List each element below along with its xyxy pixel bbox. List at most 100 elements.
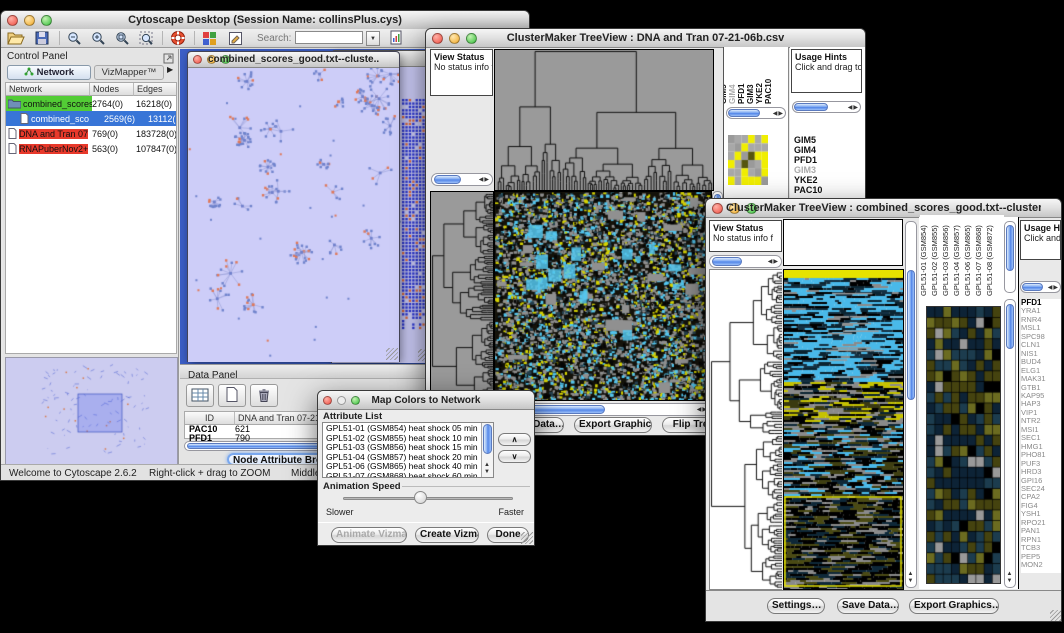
attribute-item[interactable]: GPL51-07 (GSM868) heat shock 60 min (323, 472, 480, 478)
column-dendrogram-area[interactable] (783, 219, 903, 266)
help-lifering-icon[interactable] (170, 30, 186, 51)
close-button[interactable] (193, 55, 202, 64)
mini-hscrollbar[interactable]: ◀▶ (726, 107, 786, 119)
zoom-fit-icon[interactable] (139, 31, 154, 51)
network-row-combined-sco-selected[interactable]: combined_sco 2569(6) 13112(15) (6, 111, 176, 126)
scroll-arrows[interactable]: ◀▶ (1048, 285, 1059, 292)
gene-label[interactable]: MON2 (1021, 561, 1062, 569)
hints-hscrollbar[interactable]: ◀▶ (1020, 281, 1061, 293)
scrollbar-thumb[interactable] (434, 175, 461, 184)
resize-grip[interactable] (386, 348, 398, 360)
treeview2-titlebar[interactable]: ClusterMaker TreeView : combined_scores_… (706, 199, 1061, 218)
zoom-heatmap-canvas[interactable] (728, 135, 768, 185)
scroll-arrows[interactable]: ▲▼ (1005, 571, 1015, 585)
tab-network[interactable]: Network (7, 65, 91, 80)
treeview1-titlebar[interactable]: ClusterMaker TreeView : DNA and Tran 07-… (426, 29, 865, 48)
settings-button[interactable]: Settings… (767, 598, 825, 614)
tab-overflow-arrow[interactable]: ▶ (167, 65, 173, 74)
close-button[interactable] (712, 203, 723, 214)
tab-vizmapper[interactable]: VizMapper™ (94, 65, 164, 80)
global-heatmap-canvas[interactable] (494, 191, 712, 401)
list-vscrollbar[interactable]: ▲▼ (481, 423, 493, 477)
hints-hscrollbar[interactable]: ◀▶ (792, 101, 861, 113)
speed-slider-thumb[interactable] (414, 491, 427, 504)
network-view-canvas-1[interactable] (188, 68, 399, 362)
view-status-text: No status info f (713, 233, 781, 243)
usage-hints-text: Click and drag to (795, 62, 861, 72)
scroll-arrows[interactable]: ◀▶ (848, 105, 859, 112)
resize-grip[interactable] (1050, 610, 1062, 622)
report-icon[interactable] (389, 30, 404, 50)
scrollbar-thumb[interactable] (1022, 283, 1043, 291)
column-label: GPL51-04 (GSM857) (952, 225, 961, 296)
network-row-dna-tran[interactable]: DNA and Tran 07 769(0) 183728(0) (6, 126, 176, 141)
close-button[interactable] (323, 396, 332, 405)
network-window-title: combined_scores_good.txt--cluste... (208, 54, 379, 65)
network-overview-panel[interactable] (5, 357, 178, 465)
attribute-list-label: Attribute List (323, 411, 382, 422)
column-header-nodes[interactable]: Nodes (90, 83, 134, 96)
row-dendrogram-canvas[interactable] (430, 191, 494, 401)
export-graphics-button[interactable]: Export Graphics… (574, 417, 652, 433)
row-label[interactable]: PFD1 (794, 155, 822, 165)
row-label[interactable]: PAC10 (794, 185, 822, 195)
zoom-selected-icon[interactable] (115, 31, 130, 51)
network-row-rnapuber[interactable]: RNAPuberNov2+ 563(0) 107847(0) (6, 141, 176, 156)
search-input[interactable] (295, 31, 363, 44)
scrollbar-thumb[interactable] (483, 424, 492, 454)
attribute-select-button[interactable] (186, 384, 214, 407)
column-header-network[interactable]: Network (6, 83, 90, 96)
move-up-button[interactable]: ∧ (498, 433, 531, 446)
row-label[interactable]: GIM4 (794, 145, 822, 155)
scrollbar-thumb[interactable] (1006, 225, 1014, 271)
scrollbar-thumb[interactable] (907, 270, 915, 400)
open-file-icon[interactable] (7, 31, 25, 50)
column-dendrogram-canvas[interactable] (494, 49, 714, 191)
zoom-heatmap-canvas[interactable] (926, 306, 1001, 584)
scrollbar-thumb[interactable] (794, 103, 828, 111)
dialog-titlebar[interactable]: Map Colors to Network (318, 391, 534, 410)
network-window-1-titlebar[interactable]: combined_scores_good.txt--cluste... (188, 52, 399, 68)
scrollbar-thumb[interactable] (728, 109, 760, 117)
delete-attribute-button[interactable] (250, 384, 278, 407)
column-header-edges[interactable]: Edges (134, 83, 176, 96)
scroll-arrows[interactable]: ◀▶ (479, 177, 490, 184)
search-dropdown-button[interactable]: ▼ (366, 31, 380, 46)
scroll-arrows[interactable]: ◀▶ (768, 259, 779, 266)
file-icon (8, 128, 17, 139)
scrollbar-thumb[interactable] (712, 257, 742, 266)
annotation-icon[interactable] (228, 31, 243, 51)
scroll-arrows[interactable]: ▲▼ (482, 462, 493, 476)
labels-vscrollbar[interactable] (1004, 221, 1016, 293)
network-row-combined-scores[interactable]: combined_scores 2764(0) 16218(0) (6, 96, 176, 111)
scroll-arrows[interactable]: ▲▼ (906, 571, 916, 585)
toolbar-separator (194, 31, 195, 45)
view-status-hscrollbar[interactable]: ◀▶ (709, 255, 782, 268)
global-heatmap-canvas[interactable] (783, 269, 904, 590)
save-data-button[interactable]: Save Data… (837, 598, 899, 614)
speed-slider-track[interactable] (343, 497, 513, 500)
zoom-out-icon[interactable] (67, 31, 82, 51)
vizmapper-icon[interactable] (202, 31, 217, 51)
scroll-arrows[interactable]: ◀▶ (773, 111, 784, 118)
row-label[interactable]: YKE2 (794, 175, 822, 185)
close-button[interactable] (432, 33, 443, 44)
new-attribute-button[interactable] (218, 384, 246, 407)
create-vizmap-button[interactable]: Create Vizmap (415, 527, 479, 543)
row-label[interactable]: GIM5 (794, 135, 822, 145)
faster-label: Faster (498, 507, 524, 517)
resize-grip[interactable] (521, 532, 533, 544)
row-label[interactable]: GIM3 (794, 165, 822, 175)
scrollbar-thumb[interactable] (1006, 304, 1014, 349)
close-button[interactable] (7, 15, 18, 26)
zoom-in-icon[interactable] (91, 31, 106, 51)
view-status-hscrollbar[interactable]: ◀▶ (431, 173, 493, 186)
treeview2-button-bar: Settings… Save Data… Export Graphics… (706, 590, 1062, 622)
save-icon[interactable] (35, 31, 49, 50)
animate-vizmap-button[interactable]: Animate Vizmap (331, 527, 407, 543)
row-dendrogram-canvas[interactable] (709, 269, 782, 590)
move-down-button[interactable]: ∨ (498, 450, 531, 463)
export-graphics-button[interactable]: Export Graphics… (909, 598, 999, 614)
zoom-vscrollbar[interactable]: ▲▼ (1004, 299, 1016, 588)
heatmap-vscrollbar[interactable]: ▲▼ (905, 221, 917, 588)
